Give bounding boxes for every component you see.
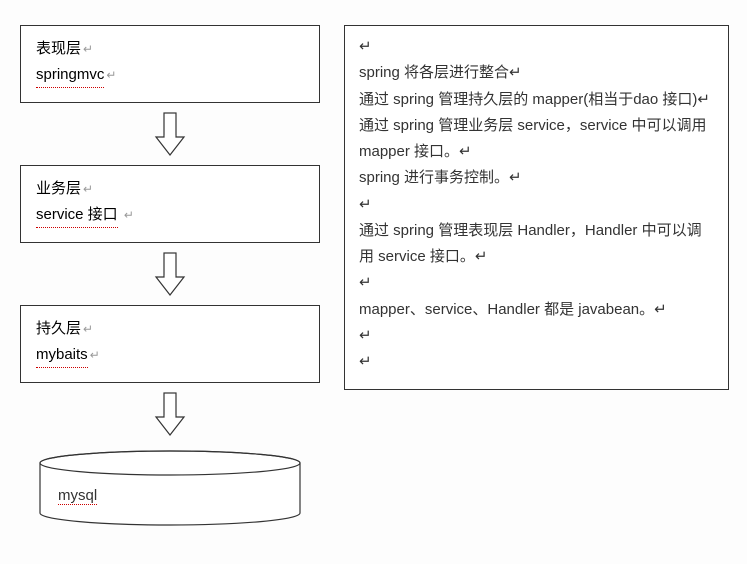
desc-line: ↵ — [359, 192, 714, 218]
layer-tech-row: service 接口 ↵ — [36, 202, 304, 228]
desc-line: spring 将各层进行整合↵ — [359, 60, 714, 86]
desc-line: 通过 spring 管理业务层 service，service 中可以调用 ma… — [359, 113, 714, 166]
arrow-down-icon — [150, 251, 190, 297]
layer-tech-row: springmvc↵ — [36, 62, 304, 88]
database-label: mysql — [58, 487, 97, 504]
description-box: ↵ spring 将各层进行整合↵ 通过 spring 管理持久层的 mappe… — [344, 25, 729, 390]
desc-line: 通过 spring 管理持久层的 mapper(相当于dao 接口)↵ — [359, 87, 714, 113]
desc-line: spring 进行事务控制。↵ — [359, 165, 714, 191]
arrow-down-icon — [150, 391, 190, 437]
layer-title: 持久层↵ — [36, 316, 304, 342]
desc-line: ↵ — [359, 349, 714, 375]
arrow-down-1 — [20, 103, 320, 165]
desc-line: mapper、service、Handler 都是 javabean。↵ — [359, 297, 714, 323]
desc-line: ↵ — [359, 270, 714, 296]
layer-title-text: 业务层 — [36, 180, 81, 197]
desc-line: ↵ — [359, 34, 714, 60]
layer-title-text: 持久层 — [36, 320, 81, 337]
database-cylinder: mysql — [30, 449, 310, 529]
arrow-down-icon — [150, 111, 190, 157]
layer-tech-text: service 接口 — [36, 202, 118, 228]
arrow-down-3 — [20, 383, 320, 445]
return-mark: ↵ — [124, 208, 134, 222]
return-mark: ↵ — [83, 322, 93, 336]
return-mark: ↵ — [106, 68, 116, 82]
layer-tech-row: mybaits↵ — [36, 342, 304, 368]
architecture-column: 表现层↵ springmvc↵ 业务层↵ service 接口 ↵ 持久层↵ — [20, 25, 320, 529]
layer-title-text: 表现层 — [36, 40, 81, 57]
return-mark: ↵ — [83, 42, 93, 56]
layer-persistence: 持久层↵ mybaits↵ — [20, 305, 320, 383]
layer-presentation: 表现层↵ springmvc↵ — [20, 25, 320, 103]
return-mark: ↵ — [90, 348, 100, 362]
desc-line: 通过 spring 管理表现层 Handler，Handler 中可以调用 se… — [359, 218, 714, 271]
return-mark: ↵ — [83, 182, 93, 196]
layer-title: 业务层↵ — [36, 176, 304, 202]
layer-title: 表现层↵ — [36, 36, 304, 62]
desc-line: ↵ — [359, 323, 714, 349]
layer-business: 业务层↵ service 接口 ↵ — [20, 165, 320, 243]
layer-tech-text: springmvc — [36, 62, 104, 88]
layer-tech-text: mybaits — [36, 342, 88, 368]
arrow-down-2 — [20, 243, 320, 305]
